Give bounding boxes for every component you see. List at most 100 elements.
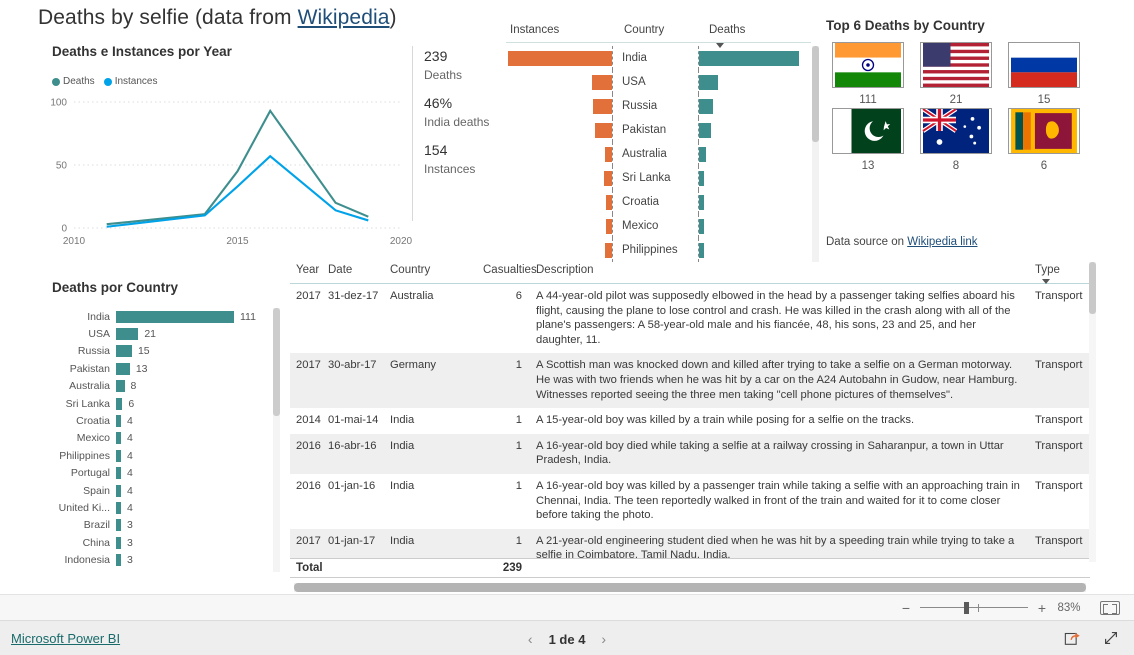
bar-fill[interactable] [116,519,121,532]
bar-row[interactable]: Australia 8 [38,378,278,395]
column-header-description[interactable]: Description [536,264,594,276]
tornado-instances-bar[interactable] [604,243,612,258]
bar-fill[interactable] [116,484,121,497]
tornado-scrollbar-thumb[interactable] [812,46,819,142]
tornado-header-deaths[interactable]: Deaths [709,24,745,36]
tornado-deaths-bar[interactable] [699,171,705,186]
tornado-deaths-bar[interactable] [699,123,711,138]
bar-row[interactable]: Philippines 4 [38,447,278,464]
bar-row[interactable]: Spain 4 [38,482,278,499]
tornado-chart-visual[interactable]: Instances Country Deaths India USA Russia P… [504,18,819,263]
table-row[interactable]: 2017 30-abr-17 Germany 1 A Scottish man was … [290,353,1090,409]
power-bi-brand-link[interactable]: Microsoft Power BI [11,631,120,646]
tornado-instances-bar[interactable] [508,51,612,66]
bars-scrollbar[interactable] [273,308,280,572]
bar-row[interactable]: Portugal 4 [38,465,278,482]
tornado-deaths-bar[interactable] [699,51,799,66]
tornado-row[interactable]: Mexico [504,214,811,238]
tornado-deaths-bar[interactable] [699,195,704,210]
deaths-by-country-rows[interactable]: India 111 USA 21 Russia 15 Pakistan 13 Australia… [38,308,278,572]
flag-cell[interactable]: 13 [824,108,912,172]
legend-item-deaths[interactable]: Deaths [52,76,95,87]
legend-item-instances[interactable]: Instances [103,76,158,87]
bar-fill[interactable] [116,362,130,375]
bar-fill[interactable] [116,310,234,323]
column-header-year[interactable]: Year [296,264,319,276]
tornado-deaths-bar[interactable] [699,219,704,234]
bar-fill[interactable] [116,415,121,428]
bar-fill[interactable] [116,536,121,549]
bar-fill[interactable] [116,449,121,462]
tornado-instances-bar[interactable] [605,219,612,234]
next-page-button[interactable]: › [601,631,606,647]
tornado-instances-bar[interactable] [604,147,612,162]
bars-scrollbar-thumb[interactable] [273,308,280,416]
wikipedia-source-link[interactable]: Wikipedia link [907,236,977,248]
bar-row[interactable]: Indonesia 3 [38,551,278,568]
flag-cell[interactable]: 21 [912,42,1000,106]
zoom-slider-thumb[interactable] [964,601,969,614]
tornado-row[interactable]: Sri Lanka [504,166,811,190]
bar-row[interactable]: United Ki... 4 [38,499,278,516]
bar-fill[interactable] [116,380,125,393]
bar-fill[interactable] [116,467,121,480]
tornado-instances-bar[interactable] [595,123,612,138]
bar-fill[interactable] [116,397,123,410]
detail-table-horizontal-scrollbar[interactable] [294,583,1086,592]
tornado-header-country[interactable]: Country [624,24,664,36]
tornado-rows[interactable]: India USA Russia Pakistan Australia Sri Lanka… [504,46,811,263]
tornado-row[interactable]: Philippines [504,238,811,262]
tornado-row[interactable]: India [504,46,811,70]
fullscreen-icon[interactable] [1102,629,1120,647]
bar-row[interactable]: Mexico 4 [38,430,278,447]
column-header-country[interactable]: Country [390,264,430,276]
detail-table-vertical-scrollbar-thumb[interactable] [1089,262,1096,314]
bar-fill[interactable] [116,345,132,358]
zoom-in-button[interactable]: + [1034,600,1050,616]
tornado-row[interactable]: Pakistan [504,118,811,142]
bar-row[interactable]: China 3 [38,534,278,551]
tornado-row[interactable]: Croatia [504,190,811,214]
wikipedia-link[interactable]: Wikipedia [298,6,390,29]
bar-fill[interactable] [116,432,121,445]
tornado-header-instances[interactable]: Instances [510,24,559,36]
tornado-instances-bar[interactable] [603,171,612,186]
previous-page-button[interactable]: ‹ [528,631,533,647]
table-row[interactable]: 2016 01-jan-16 India 1 A 16-year-old boy was… [290,474,1090,529]
tornado-deaths-bar[interactable] [699,75,718,90]
zoom-slider[interactable] [920,601,1028,615]
table-row[interactable]: 2016 16-abr-16 India 1 A 16-year-old boy die… [290,433,1090,474]
detail-table-body[interactable]: 2017 31-dez-17 Australia 6 A 44-year-old pil… [290,284,1090,572]
line-chart-plot[interactable]: 0 50 100 2010 2015 2020 [38,94,413,254]
column-header-casualties[interactable]: Casualties [483,264,537,276]
tornado-deaths-bar[interactable] [699,243,704,258]
line-chart-visual[interactable]: Deaths e Instances por Year Deaths Insta… [38,44,413,259]
table-row[interactable]: 2014 01-mai-14 India 1 A 15-year-old boy was… [290,408,1090,434]
tornado-deaths-bar[interactable] [699,147,707,162]
zoom-out-button[interactable]: − [898,600,914,616]
tornado-row[interactable]: Australia [504,142,811,166]
flag-cell[interactable]: 8 [912,108,1000,172]
bar-row[interactable]: Pakistan 13 [38,360,278,377]
bar-row[interactable]: Brazil 3 [38,517,278,534]
tornado-row[interactable]: USA [504,70,811,94]
bar-row[interactable]: USA 21 [38,325,278,342]
share-icon[interactable] [1064,629,1082,647]
tornado-instances-bar[interactable] [605,195,612,210]
tornado-instances-bar[interactable] [592,75,612,90]
tornado-instances-bar[interactable] [593,99,612,114]
bar-fill[interactable] [116,501,121,514]
bar-row[interactable]: Russia 15 [38,343,278,360]
tornado-row[interactable]: Russia [504,94,811,118]
tornado-scrollbar[interactable] [812,46,819,263]
deaths-by-country-visual[interactable]: Deaths por Country India 111 USA 21 Russia 15… [38,276,288,576]
table-row[interactable]: 2017 31-dez-17 Australia 6 A 44-year-old pil… [290,284,1090,353]
detail-table-vertical-scrollbar[interactable] [1089,262,1096,562]
flag-cell[interactable]: 15 [1000,42,1088,106]
bar-row[interactable]: India 111 [38,308,278,325]
detail-table-visual[interactable]: Year Date Country Casualties Description… [290,262,1096,592]
fit-to-page-icon[interactable] [1100,600,1120,615]
bar-row[interactable]: Croatia 4 [38,412,278,429]
bar-fill[interactable] [116,328,139,341]
detail-table-horizontal-scrollbar-thumb[interactable] [294,583,1086,592]
